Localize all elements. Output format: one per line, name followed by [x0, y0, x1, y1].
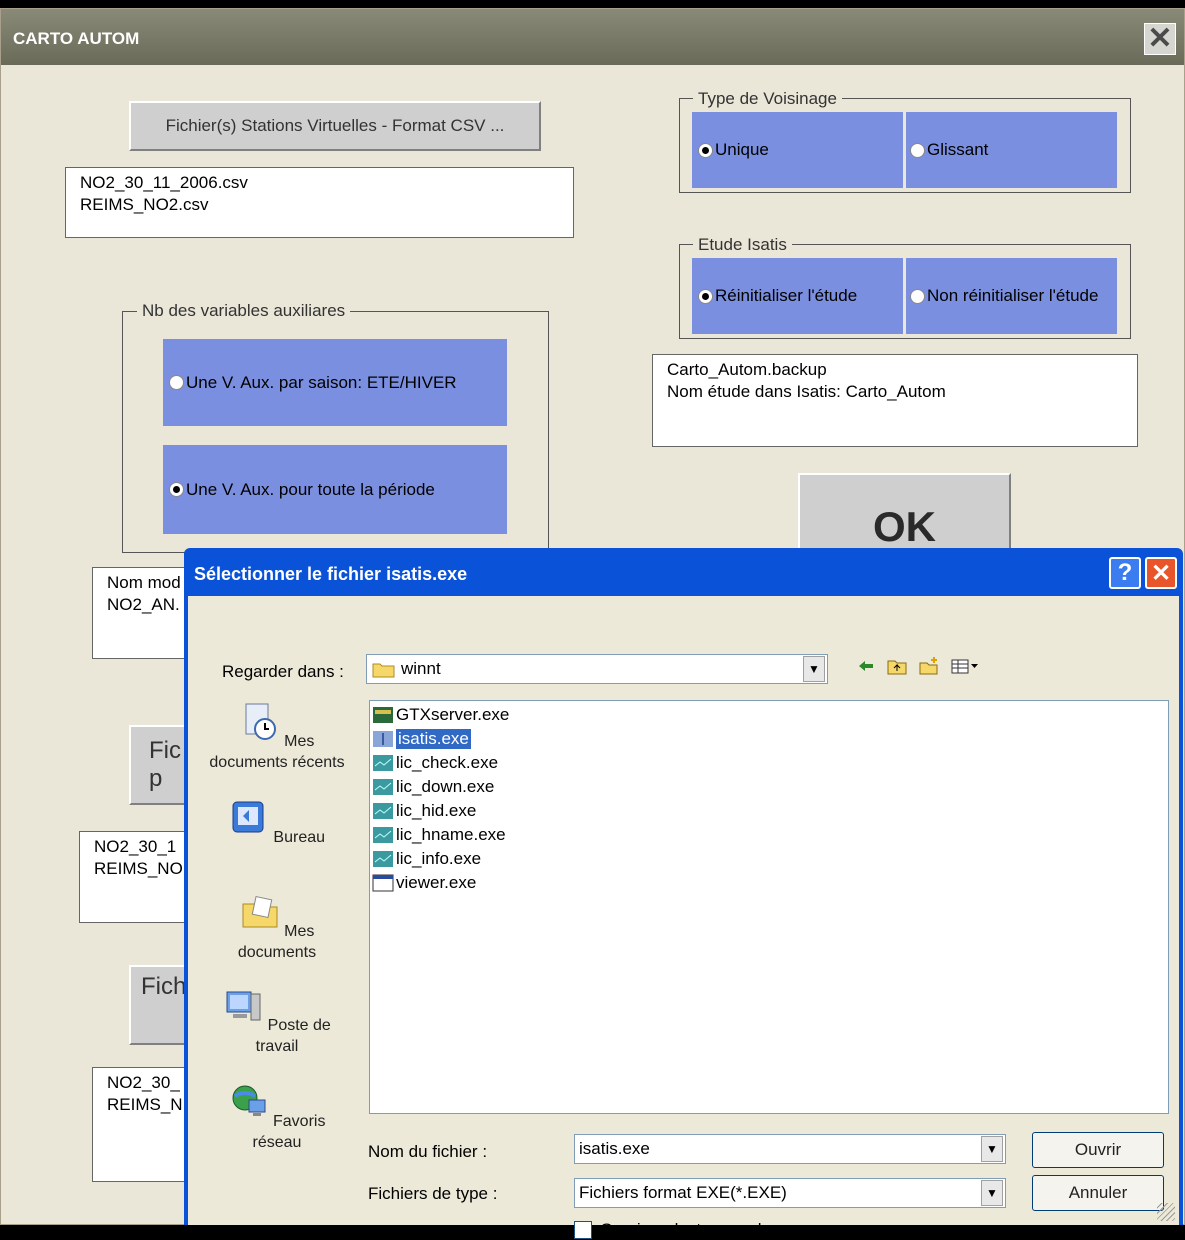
resize-grip-icon[interactable] [1157, 1203, 1175, 1221]
isatis-reinit[interactable]: Réinitialiser l'étude [692, 258, 903, 334]
isatis-legend: Etude Isatis [693, 235, 792, 255]
voisinage-unique-radio[interactable] [698, 142, 713, 158]
dialog-close-button[interactable]: ✕ [1145, 557, 1177, 589]
filetype-value: Fichiers format EXE(*.EXE) [579, 1183, 787, 1202]
exe-icon [373, 755, 393, 771]
exe-icon [373, 779, 393, 795]
aux-variables-legend: Nb des variables auxiliares [137, 301, 351, 321]
file-list[interactable]: GTXserver.exe isatis.exe lic_check.exe l… [369, 700, 1169, 1114]
readonly-option[interactable]: Ouvrir en lecture seule [574, 1220, 771, 1240]
list-item[interactable]: viewer.exe [372, 871, 476, 895]
open-button[interactable]: Ouvrir [1032, 1132, 1164, 1168]
place-network[interactable]: Favoris réseau [202, 1082, 352, 1153]
close-icon: ✕ [1150, 559, 1172, 587]
voisinage-glissant-radio[interactable] [910, 142, 925, 158]
aux-option-period-radio[interactable] [169, 482, 184, 497]
place-label: Bureau [273, 829, 326, 846]
place-desktop[interactable]: Bureau [202, 798, 352, 848]
dialog-body: Regarder dans : winnt ▼ Mes documents ré… [188, 596, 1179, 1239]
desktop-icon [232, 801, 264, 833]
filename-input[interactable]: isatis.exe ▼ [574, 1134, 1006, 1164]
place-label: Poste de travail [255, 1017, 331, 1055]
csv-files-list[interactable]: NO2_30_11_2006.csv REIMS_NO2.csv [65, 167, 574, 238]
view-menu-icon[interactable] [950, 656, 980, 676]
window-title: CARTO AUTOM [13, 29, 140, 48]
csv-files-button-label: Fichier(s) Stations Virtuelles - Format … [165, 116, 505, 135]
exe-icon [373, 851, 393, 867]
file-name: lic_hname.exe [396, 825, 506, 844]
file-name: GTXserver.exe [396, 705, 510, 724]
new-folder-icon[interactable] [918, 656, 940, 676]
filetype-select[interactable]: Fichiers format EXE(*.EXE) ▼ [574, 1178, 1006, 1208]
exe-icon [373, 731, 393, 747]
aux-option-season-radio[interactable] [169, 375, 184, 390]
exe-icon [373, 827, 393, 843]
network-places-icon [232, 1085, 266, 1116]
isatis-reinit-radio[interactable] [698, 288, 713, 304]
readonly-label: Ouvrir en lecture seule [600, 1220, 772, 1239]
aux-option-season-label: Une V. Aux. par saison: ETE/HIVER [186, 372, 457, 392]
file-name: viewer.exe [396, 873, 477, 892]
isatis-no-reinit-radio[interactable] [910, 288, 925, 304]
look-in-label: Regarder dans : [222, 662, 344, 681]
back-arrow-icon[interactable] [856, 656, 876, 676]
voisinage-unique-label: Unique [715, 140, 769, 159]
list-item[interactable]: lic_hname.exe [372, 823, 506, 847]
filename-label: Nom du fichier : [368, 1142, 488, 1161]
isatis-no-reinit-label: Non réinitialiser l'étude [927, 286, 1099, 305]
isatis-no-reinit[interactable]: Non réinitialiser l'étude [906, 258, 1117, 334]
voisinage-glissant-label: Glissant [927, 140, 989, 159]
help-button[interactable]: ? [1109, 557, 1141, 589]
aux-option-season[interactable]: Une V. Aux. par saison: ETE/HIVER [163, 339, 507, 426]
isatis-reinit-label: Réinitialiser l'étude [715, 286, 858, 305]
place-recent-documents[interactable]: Mes documents récents [202, 702, 352, 773]
my-documents-icon [242, 895, 278, 928]
window-icon [372, 874, 394, 892]
filename-value: isatis.exe [579, 1139, 650, 1158]
exe-icon [373, 707, 393, 723]
place-my-computer[interactable]: Poste de travail [202, 986, 352, 1057]
file-name: lic_info.exe [396, 849, 482, 868]
recent-documents-icon [245, 703, 276, 740]
window-close-button[interactable]: ✕ [1144, 23, 1176, 55]
exe-icon [373, 803, 393, 819]
filetype-label: Fichiers de type : [368, 1184, 498, 1203]
chevron-down-icon[interactable]: ▼ [981, 1180, 1003, 1206]
look-in-value: winnt [401, 659, 441, 678]
list-item[interactable]: lic_hid.exe [372, 799, 476, 823]
chevron-down-icon[interactable]: ▼ [981, 1136, 1003, 1162]
folder-icon [372, 663, 395, 678]
aux-option-period[interactable]: Une V. Aux. pour toute la période [163, 445, 507, 534]
dialog-title: Sélectionner le fichier isatis.exe [194, 564, 468, 584]
my-computer-icon [226, 991, 261, 1021]
select-file-dialog: Sélectionner le fichier isatis.exe ? ✕ R… [184, 548, 1183, 1239]
place-my-documents[interactable]: Mes documents [202, 892, 352, 963]
file-name: lic_check.exe [396, 753, 499, 772]
file-name: lic_down.exe [396, 777, 495, 796]
look-in-combo[interactable]: winnt ▼ [366, 654, 828, 684]
up-folder-icon[interactable] [886, 656, 908, 676]
list-item[interactable]: isatis.exe [372, 727, 471, 751]
list-item[interactable]: lic_check.exe [372, 751, 498, 775]
voisinage-glissant[interactable]: Glissant [906, 112, 1117, 188]
voisinage-legend: Type de Voisinage [693, 89, 842, 109]
file-name-selected: isatis.exe [396, 729, 471, 749]
file-name: lic_hid.exe [396, 801, 477, 820]
readonly-checkbox[interactable] [574, 1221, 592, 1239]
list-item[interactable]: lic_down.exe [372, 775, 494, 799]
help-icon: ? [1117, 559, 1133, 586]
csv-files-button[interactable]: Fichier(s) Stations Virtuelles - Format … [129, 101, 541, 151]
backup-info-box[interactable]: Carto_Autom.backup Nom étude dans Isatis… [652, 354, 1138, 447]
list-item[interactable]: GTXserver.exe [372, 703, 509, 727]
chevron-down-icon[interactable]: ▼ [803, 656, 825, 682]
voisinage-unique[interactable]: Unique [692, 112, 903, 188]
close-icon: ✕ [1147, 22, 1173, 55]
ok-button[interactable]: OK [798, 473, 1011, 559]
dialog-toolbar [856, 656, 980, 676]
cancel-button[interactable]: Annuler [1032, 1175, 1164, 1211]
title-bar: CARTO AUTOM ✕ [1, 9, 1184, 65]
aux-option-period-label: Une V. Aux. pour toute la période [186, 479, 435, 499]
list-item[interactable]: lic_info.exe [372, 847, 481, 871]
